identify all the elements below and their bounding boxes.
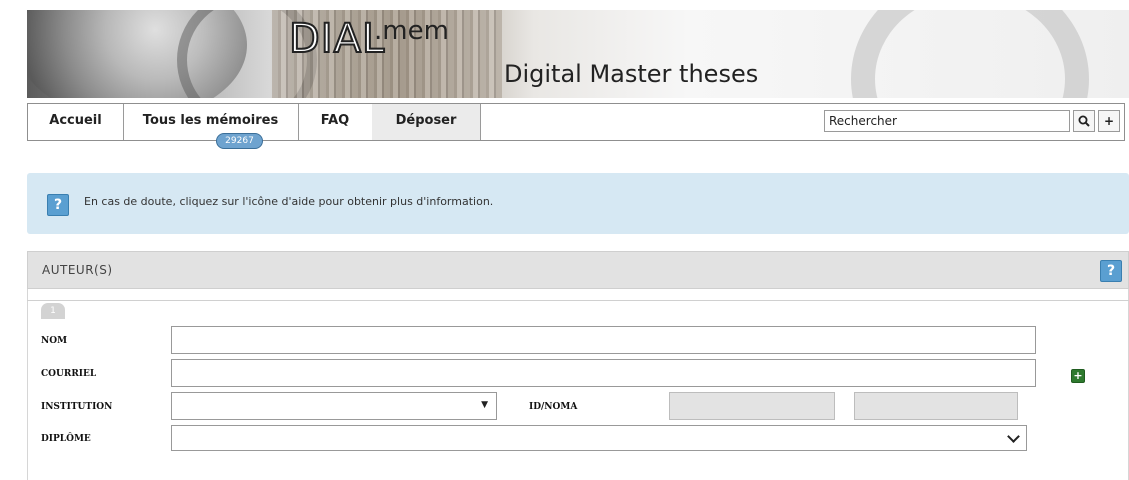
courriel-field[interactable] — [171, 359, 1036, 387]
dropdown-arrow-icon: ▼ — [481, 400, 488, 410]
nav-accueil[interactable]: Accueil — [28, 104, 124, 140]
diplome-label: DIPLÔME — [41, 434, 91, 444]
tab-divider — [27, 300, 1129, 301]
site-banner: DIAL .mem Digital Master theses — [27, 10, 1129, 98]
nav-faq[interactable]: FAQ — [298, 104, 373, 140]
idnoma-field-2[interactable] — [854, 392, 1018, 420]
nom-label: NOM — [41, 336, 68, 346]
search-input[interactable] — [824, 110, 1070, 132]
add-author-icon[interactable]: + — [1071, 369, 1085, 383]
idnoma-field-1[interactable] — [669, 392, 835, 420]
search-icon — [1078, 115, 1090, 127]
courriel-label: COURRIEL — [41, 369, 97, 379]
search-button[interactable] — [1073, 110, 1095, 132]
memoires-count-badge: 29267 — [216, 133, 263, 149]
site-tagline: Digital Master theses — [504, 60, 759, 88]
institution-select[interactable]: ▼ — [171, 392, 497, 420]
authors-help-icon[interactable]: ? — [1100, 260, 1122, 282]
help-message: En cas de doute, cliquez sur l'icône d'a… — [84, 195, 494, 208]
authors-panel-header: AUTEUR(S) ? — [27, 251, 1129, 289]
nav-tous-les-memoires[interactable]: Tous les mémoires — [123, 104, 299, 140]
arc-decoration — [851, 10, 1089, 98]
nom-field[interactable] — [171, 326, 1036, 354]
chevron-down-icon — [1007, 430, 1020, 443]
diplome-select[interactable] — [171, 425, 1027, 451]
authors-title: AUTEUR(S) — [42, 263, 113, 277]
institution-label: INSTITUTION — [41, 402, 113, 412]
nav-deposer[interactable]: Déposer — [372, 104, 481, 140]
idnoma-label: ID/NOMA — [529, 402, 578, 412]
logo-dial[interactable]: DIAL — [288, 15, 385, 63]
help-info-banner: ? En cas de doute, cliquez sur l'icône d… — [27, 173, 1129, 234]
author-tab-1[interactable]: 1 — [41, 303, 65, 319]
main-nav: Accueil Tous les mémoires FAQ Déposer + — [27, 103, 1125, 141]
help-icon[interactable]: ? — [47, 194, 69, 216]
advanced-search-button[interactable]: + — [1098, 110, 1120, 132]
logo-mem[interactable]: .mem — [374, 16, 449, 46]
